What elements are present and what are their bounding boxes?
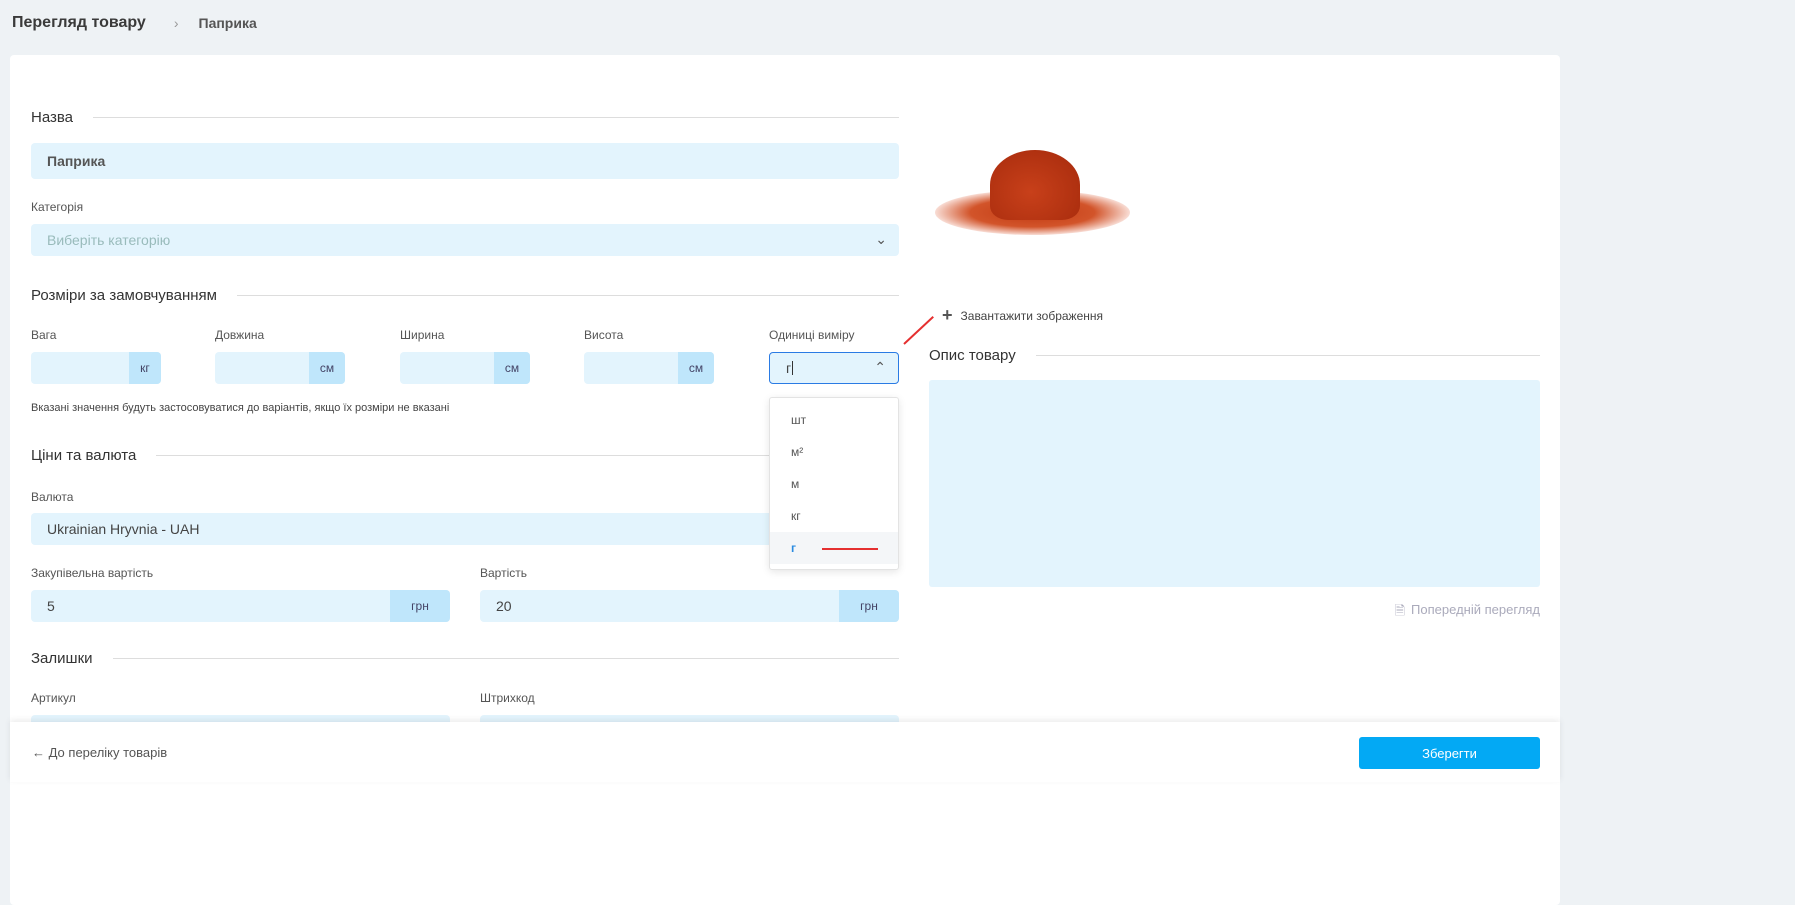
length-input[interactable]: см	[215, 352, 345, 384]
dropdown-option[interactable]: м	[770, 468, 898, 500]
section-title: Опис товару	[929, 347, 1016, 364]
footer-bar: ← До переліку товарів Зберегти	[10, 722, 1560, 782]
units-dropdown: шт м² м кг г	[769, 397, 899, 570]
upload-label: Завантажити зображення	[960, 308, 1103, 323]
chevron-down-icon: ⌄	[875, 231, 887, 247]
document-icon: 🗎	[1394, 603, 1406, 618]
dropdown-option[interactable]: шт	[770, 404, 898, 436]
unit-badge: грн	[839, 590, 899, 622]
upload-image-button[interactable]: + Завантажити зображення	[942, 305, 1103, 326]
chevron-up-icon: ⌃	[874, 359, 886, 375]
chevron-right-icon: ›	[173, 14, 179, 31]
width-label: Ширина	[400, 328, 445, 342]
section-sizes: Розміри за замовчуванням	[31, 287, 899, 304]
section-title: Назва	[31, 109, 74, 126]
save-button[interactable]: Зберегти	[1359, 737, 1540, 769]
breadcrumb: Перегляд товару › Паприка	[0, 0, 1795, 45]
preview-button[interactable]: 🗎 Попередній перегляд	[1395, 602, 1540, 624]
sizes-hint: Вказані значення будуть застосовуватися …	[31, 402, 450, 414]
product-image	[935, 150, 1130, 235]
back-link[interactable]: ← До переліку товарів	[32, 745, 167, 760]
purchase-value: 5	[47, 598, 55, 614]
section-title: Розміри за замовчуванням	[31, 287, 217, 304]
purchase-input[interactable]: 5 грн	[31, 590, 450, 622]
price-label: Вартість	[480, 566, 527, 580]
height-label: Висота	[584, 328, 624, 342]
unit-badge: см	[678, 352, 714, 384]
section-title: Залишки	[31, 650, 93, 667]
description-textarea[interactable]	[929, 380, 1540, 587]
section-stock: Залишки	[31, 650, 899, 667]
currency-label: Валюта	[31, 490, 74, 504]
preview-label: Попередній перегляд	[1411, 602, 1540, 617]
plus-icon: +	[942, 305, 953, 325]
section-name: Назва	[31, 109, 899, 126]
breadcrumb-title[interactable]: Перегляд товару	[12, 14, 146, 32]
purchase-label: Закупівельна вартість	[31, 566, 154, 580]
category-select[interactable]: Виберіть категорію ⌄	[31, 224, 899, 256]
width-input[interactable]: см	[400, 352, 530, 384]
unit-badge: см	[309, 352, 345, 384]
weight-label: Вага	[31, 328, 57, 342]
section-title: Ціни та валюта	[31, 447, 137, 464]
category-label: Категорія	[31, 200, 84, 214]
units-value: г	[786, 360, 792, 376]
dropdown-option[interactable]: м²	[770, 436, 898, 468]
price-value: 20	[496, 598, 512, 614]
unit-badge: см	[494, 352, 530, 384]
barcode-label: Штрихкод	[480, 691, 535, 705]
category-placeholder: Виберіть категорію	[47, 232, 171, 248]
weight-input[interactable]: кг	[31, 352, 161, 384]
height-input[interactable]: см	[584, 352, 714, 384]
units-select[interactable]: г ⌃	[769, 352, 899, 384]
section-description: Опис товару	[929, 347, 1540, 364]
name-input[interactable]: Паприка	[31, 143, 899, 179]
sku-label: Артикул	[31, 691, 76, 705]
breadcrumb-current: Паприка	[198, 14, 257, 31]
dropdown-option[interactable]: кг	[770, 500, 898, 532]
annotation-arrow	[822, 548, 878, 550]
length-label: Довжина	[215, 328, 265, 342]
unit-badge: кг	[129, 352, 161, 384]
units-label: Одиниці виміру	[769, 328, 855, 342]
unit-badge: грн	[390, 590, 450, 622]
price-input[interactable]: 20 грн	[480, 590, 899, 622]
